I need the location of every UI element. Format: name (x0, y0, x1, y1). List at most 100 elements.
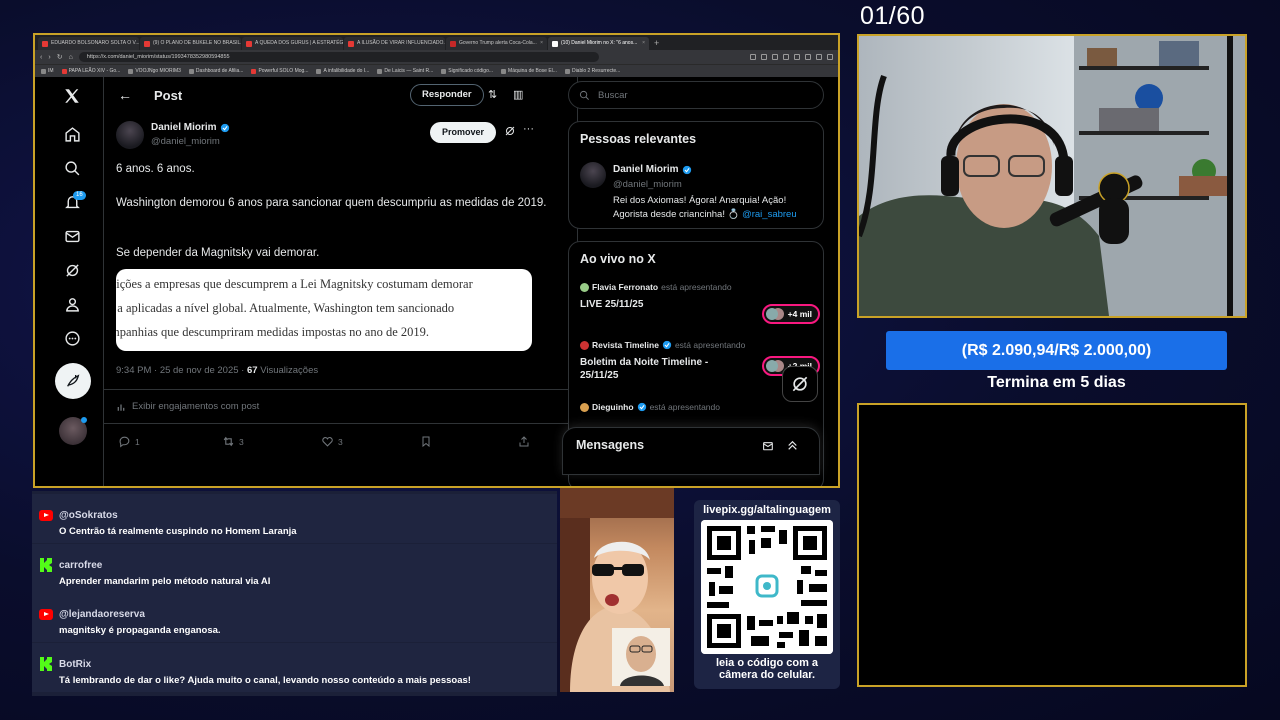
qr-caption: leia o código com a câmera do celular. (715, 657, 819, 681)
author-handle[interactable]: @daniel_miorim (151, 136, 220, 147)
account-avatar[interactable] (59, 417, 87, 445)
views-count: 67 (246, 365, 258, 376)
browser-window: EDUARDO BOLSONARO SOLTA O V...× (9) O PL… (33, 33, 840, 488)
grok-nav-icon[interactable] (57, 255, 87, 285)
x-right-column: Buscar Pessoas relevantes Daniel Miorim … (562, 77, 828, 486)
repost-icon (223, 436, 234, 447)
host-avatar (580, 340, 589, 350)
bookmark[interactable]: Powerful SOLO Mog... (251, 68, 308, 74)
chat-username: @lejandaoreserva (59, 609, 145, 620)
forward-nav-icon[interactable]: › (48, 54, 50, 61)
live-item[interactable]: Dieguinho está apresentando (580, 402, 820, 422)
bio-link[interactable]: @rai_sabreu (742, 209, 797, 220)
share-action[interactable] (518, 435, 530, 448)
filter-icon[interactable]: ⇅ (488, 88, 497, 101)
chat-text: Tá lembrando de dar o like? Ajuda muito … (59, 675, 471, 686)
donation-goal-bar: (R$ 2.090,94/R$ 2.000,00) (886, 331, 1227, 370)
grok-floating-button[interactable] (782, 366, 818, 402)
youtube-icon (39, 510, 53, 521)
chat-panel: @oSokratos O Centrão tá realmente cuspin… (32, 491, 557, 696)
browser-tab[interactable]: Governo Trump alerta Coca-Cola... × (446, 37, 547, 50)
relevant-handle[interactable]: @daniel_miorim (613, 179, 682, 190)
browser-tab-active[interactable]: (10) Daniel Miorim no X: "6 anos... × (548, 37, 649, 50)
author-avatar[interactable] (116, 121, 144, 149)
live-item[interactable]: Flavia Ferronato está apresentando LIVE 2… (580, 282, 820, 330)
messages-title: Mensagens (576, 438, 645, 452)
reader-mode-icon[interactable]: ▥ (513, 88, 523, 101)
reply-icon (119, 436, 130, 448)
extension-icon[interactable] (805, 54, 811, 60)
x-logo-icon[interactable] (57, 81, 87, 111)
extension-icon[interactable] (772, 54, 778, 60)
bookmark[interactable]: Dashboard de Afilia... (188, 68, 243, 74)
browser-tab[interactable]: A QUEDA DOS GURUS | A ESTRATÉG...× (242, 37, 343, 50)
bookmark[interactable]: PAPA LEÃO XIV - Go... (61, 68, 120, 74)
reload-icon[interactable]: ↻ (57, 53, 63, 61)
browser-tabbar: EDUARDO BOLSONARO SOLTA O V...× (9) O PL… (35, 35, 838, 50)
reply-button[interactable]: Responder (410, 84, 484, 106)
tweet-image[interactable]: nições a empresas que descumprem a Lei M… (116, 269, 532, 351)
chat-text: magnitsky é propaganda enganosa. (59, 625, 221, 636)
relevant-avatar[interactable] (580, 162, 606, 188)
guest-scene (560, 488, 674, 692)
expand-chevron-icon[interactable] (786, 439, 799, 452)
messages-drawer[interactable]: Mensagens (562, 427, 820, 475)
bookmark[interactable]: Máquina de Bose El... (501, 68, 557, 74)
relevant-people-panel: Pessoas relevantes Daniel Miorim @daniel… (568, 121, 824, 229)
verified-badge-icon (682, 165, 691, 174)
like-action[interactable]: 3 (321, 435, 343, 448)
image-text-line: nições a empresas que descumprem a Lei M… (116, 277, 473, 291)
bookmark[interactable]: Significado código... (441, 68, 493, 74)
grok-icon[interactable] (504, 125, 516, 137)
search-input[interactable]: Buscar (568, 81, 824, 109)
author-name[interactable]: Daniel Miorim (151, 122, 230, 133)
url-field[interactable]: https://x.com/daniel_miorim/status/19934… (78, 52, 599, 62)
extension-icon[interactable] (761, 54, 767, 60)
extensions-area (750, 54, 833, 60)
host-avatar (580, 282, 589, 292)
reply-action[interactable]: 1 (118, 435, 140, 448)
bookmark[interactable]: Diablo 2 Resurrecte... (564, 68, 620, 74)
new-message-icon[interactable] (762, 440, 775, 453)
notifications-nav-icon[interactable]: 16 (57, 187, 87, 217)
relevant-bio: Rei dos Axiomas! Ágora! Anarquia! Ação! … (613, 195, 797, 220)
back-arrow-icon[interactable]: ← (118, 87, 132, 103)
browser-tab[interactable]: EDUARDO BOLSONARO SOLTA O V...× (38, 37, 139, 50)
home-icon[interactable]: ⌂ (69, 54, 73, 61)
home-nav-icon[interactable] (57, 119, 87, 149)
kick-icon (40, 558, 52, 572)
listeners-pill: +4 mil (761, 304, 820, 324)
messages-nav-icon[interactable] (57, 221, 87, 251)
promote-button[interactable]: Promover (430, 122, 497, 143)
verified-badge-icon (220, 123, 229, 132)
extension-icon[interactable] (794, 54, 800, 60)
extension-icon[interactable] (827, 54, 833, 60)
more-options-icon[interactable]: ··· (523, 123, 534, 135)
extension-icon[interactable] (816, 54, 822, 60)
views-label: Visualizações (260, 365, 319, 376)
more-nav-icon[interactable] (57, 323, 87, 353)
chat-message: BotRix Tá lembrando de dar o like? Ajuda… (32, 643, 557, 692)
tweet-actions: 1 3 3 (118, 435, 538, 453)
bookmark[interactable]: IM (41, 68, 54, 74)
bookmark[interactable]: De Laicis — Saint R... (377, 68, 433, 74)
tweet-meta: 9:34 PM · 25 de nov de 2025 · 67 Visuali… (116, 365, 318, 376)
view-engagements-link[interactable]: Exibir engajamentos com post (116, 401, 259, 412)
browser-tab[interactable]: A ILUSÃO DE VIRAR INFLUENCIADO...× (344, 37, 445, 50)
search-nav-icon[interactable] (57, 153, 87, 183)
profile-nav-icon[interactable] (57, 289, 87, 319)
compose-post-button[interactable] (55, 363, 91, 399)
tweet-timestamp[interactable]: 9:34 PM · 25 de nov de 2025 · (116, 365, 244, 376)
bookmark[interactable]: VOOJNgo MIORIM3 (128, 68, 181, 74)
new-tab-button[interactable]: + (650, 37, 663, 50)
repost-action[interactable]: 3 (222, 435, 244, 448)
extension-icon[interactable] (783, 54, 789, 60)
chat-text: O Centrão tá realmente cuspindo no Homem… (59, 526, 297, 537)
browser-tab[interactable]: (9) O PLANO DE BUKELE NO BRASIL...× (140, 37, 241, 50)
bookmark[interactable]: A infalibilidade do I... (316, 68, 369, 74)
relevant-name[interactable]: Daniel Miorim (613, 164, 692, 175)
extension-icon[interactable] (750, 54, 756, 60)
bookmark-action[interactable] (420, 435, 432, 448)
bookmarks-bar: IM PAPA LEÃO XIV - Go... VOOJNgo MIORIM3… (35, 64, 838, 77)
back-nav-icon[interactable]: ‹ (40, 54, 42, 61)
